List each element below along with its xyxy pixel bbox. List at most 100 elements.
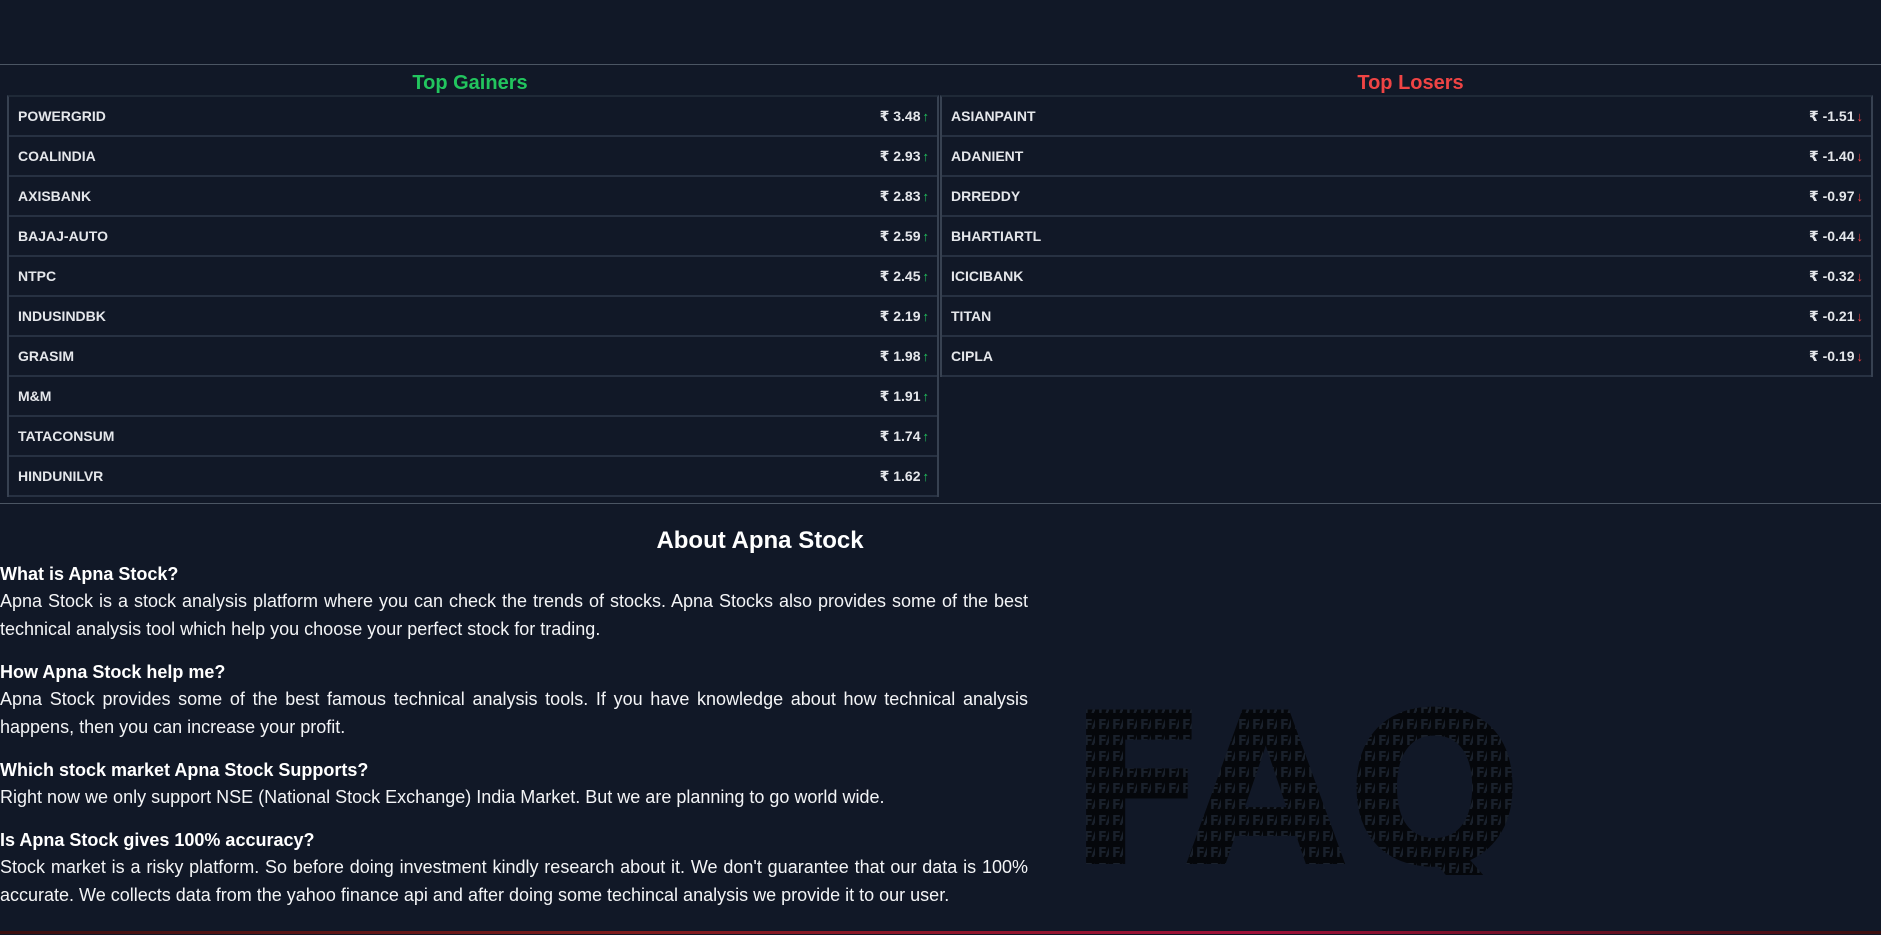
stock-change-value: ₹ -1.51 xyxy=(1808,107,1855,124)
stock-change-value: ₹ 2.59 xyxy=(879,227,921,244)
stock-symbol: HINDUNILVR xyxy=(18,468,104,484)
stock-change: ₹ 2.59 ↑ xyxy=(880,228,937,245)
stock-symbol: DRREDDY xyxy=(951,188,1021,204)
arrow-down-icon: ↓ xyxy=(1856,188,1864,204)
stock-symbol: TITAN xyxy=(951,308,992,324)
stock-change: ₹ 2.45 ↑ xyxy=(880,268,937,285)
stock-change-value: ₹ 1.91 xyxy=(879,387,921,404)
stock-change: ₹ 2.19 ↑ xyxy=(880,308,937,325)
faq-answer: Apna Stock is a stock analysis platform … xyxy=(0,591,1028,639)
stock-change: ₹ 3.48 ↑ xyxy=(880,108,937,125)
arrow-up-icon: ↑ xyxy=(922,228,930,244)
stock-row[interactable]: ICICIBANK ₹ -0.32 ↓ xyxy=(942,257,1871,297)
stock-change-value: ₹ 1.74 xyxy=(879,427,921,444)
stock-change-value: ₹ -0.19 xyxy=(1808,347,1855,364)
stock-change-value: ₹ -1.40 xyxy=(1808,147,1855,164)
arrow-up-icon: ↑ xyxy=(922,188,930,204)
arrow-up-icon: ↑ xyxy=(922,308,930,324)
stock-row[interactable]: BAJAJ-AUTO ₹ 2.59 ↑ xyxy=(9,217,937,257)
arrow-up-icon: ↑ xyxy=(922,428,930,444)
stock-symbol: GRASIM xyxy=(18,348,74,364)
stock-change: ₹ -0.44 ↓ xyxy=(1809,228,1871,245)
stock-change: ₹ -0.21 ↓ xyxy=(1809,308,1871,325)
stock-symbol: BHARTIARTL xyxy=(951,228,1042,244)
stock-symbol: AXISBANK xyxy=(18,188,92,204)
stock-symbol: M&M xyxy=(18,388,52,404)
header-spacer xyxy=(0,0,1881,65)
faq-question: Which stock market Apna Stock Supports? xyxy=(0,760,369,780)
stock-change: ₹ 1.62 ↑ xyxy=(880,468,937,485)
arrow-down-icon: ↓ xyxy=(1856,308,1864,324)
arrow-down-icon: ↓ xyxy=(1856,268,1864,284)
arrow-down-icon: ↓ xyxy=(1856,228,1864,244)
stock-change: ₹ -0.19 ↓ xyxy=(1809,348,1871,365)
stock-row[interactable]: TITAN ₹ -0.21 ↓ xyxy=(942,297,1871,337)
faq-answer: Apna Stock provides some of the best fam… xyxy=(0,689,1028,737)
faq-question: How Apna Stock help me? xyxy=(0,662,226,682)
stock-change: ₹ -0.32 ↓ xyxy=(1809,268,1871,285)
top-gainers-panel: Top Gainers POWERGRID ₹ 3.48 ↑ COALINDIA ₹ 2… xyxy=(0,65,940,503)
stock-change-value: ₹ 2.45 xyxy=(879,267,921,284)
stock-row[interactable]: INDUSINDBK ₹ 2.19 ↑ xyxy=(9,297,937,337)
stock-row[interactable]: NTPC ₹ 2.45 ↑ xyxy=(9,257,937,297)
stock-change-value: ₹ 1.98 xyxy=(879,347,921,364)
market-movers: Top Gainers POWERGRID ₹ 3.48 ↑ COALINDIA ₹ 2… xyxy=(0,65,1881,504)
faq-question: Is Apna Stock gives 100% accuracy? xyxy=(0,830,315,850)
stock-change: ₹ 1.98 ↑ xyxy=(880,348,937,365)
stock-symbol: ICICIBANK xyxy=(951,268,1024,284)
stock-symbol: ASIANPAINT xyxy=(951,108,1036,124)
arrow-down-icon: ↓ xyxy=(1856,348,1864,364)
arrow-down-icon: ↓ xyxy=(1856,108,1864,124)
stock-change-value: ₹ 1.62 xyxy=(879,467,921,484)
stock-symbol: TATACONSUM xyxy=(18,428,115,444)
stock-row[interactable]: HINDUNILVR ₹ 1.62 ↑ xyxy=(9,457,937,497)
faq-answer: Right now we only support NSE (National … xyxy=(0,787,885,807)
stock-symbol: CIPLA xyxy=(951,348,993,364)
top-gainers-title: Top Gainers xyxy=(412,72,528,94)
arrow-up-icon: ↑ xyxy=(922,148,930,164)
stock-change: ₹ 2.83 ↑ xyxy=(880,188,937,205)
arrow-up-icon: ↑ xyxy=(922,388,930,404)
faq-list: What is Apna Stock? Apna Stock is a stoc… xyxy=(0,561,1028,909)
stock-row[interactable]: ASIANPAINT ₹ -1.51 ↓ xyxy=(942,97,1871,137)
stock-change-value: ₹ 2.19 xyxy=(879,307,921,324)
stock-change: ₹ 1.74 ↑ xyxy=(880,428,937,445)
stock-symbol: ADANIENT xyxy=(951,148,1024,164)
stock-change: ₹ 1.91 ↑ xyxy=(880,388,937,405)
stock-row[interactable]: TATACONSUM ₹ 1.74 ↑ xyxy=(9,417,937,457)
stock-change-value: ₹ -0.44 xyxy=(1808,227,1855,244)
arrow-up-icon: ↑ xyxy=(922,468,930,484)
stock-row[interactable]: AXISBANK ₹ 2.83 ↑ xyxy=(9,177,937,217)
bottom-accent-line xyxy=(0,931,1881,934)
stock-row[interactable]: POWERGRID ₹ 3.48 ↑ xyxy=(9,97,937,137)
stock-symbol: COALINDIA xyxy=(18,148,96,164)
stock-row[interactable]: ADANIENT ₹ -1.40 ↓ xyxy=(942,137,1871,177)
stock-row[interactable]: M&M ₹ 1.91 ↑ xyxy=(9,377,937,417)
stock-change-value: ₹ -0.21 xyxy=(1808,307,1855,324)
top-losers-list: ASIANPAINT ₹ -1.51 ↓ ADANIENT ₹ -1.40 ↓ DRREDD… xyxy=(940,95,1873,377)
stock-change: ₹ -0.97 ↓ xyxy=(1809,188,1871,205)
about-section: About Apna Stock What is Apna Stock? Apn… xyxy=(0,504,1881,934)
about-title: About Apna Stock xyxy=(656,527,864,554)
stock-row[interactable]: DRREDDY ₹ -0.97 ↓ xyxy=(942,177,1871,217)
arrow-up-icon: ↑ xyxy=(922,268,930,284)
stock-row[interactable]: COALINDIA ₹ 2.93 ↑ xyxy=(9,137,937,177)
stock-row[interactable]: CIPLA ₹ -0.19 ↓ xyxy=(942,337,1871,377)
arrow-down-icon: ↓ xyxy=(1856,148,1864,164)
svg-text:FAQ: FAQ xyxy=(1067,700,1523,875)
stock-row[interactable]: GRASIM ₹ 1.98 ↑ xyxy=(9,337,937,377)
stock-change-value: ₹ -0.32 xyxy=(1808,267,1855,284)
arrow-up-icon: ↑ xyxy=(922,348,930,364)
faq-answer: Stock market is a risky platform. So bef… xyxy=(0,857,1028,905)
top-losers-title: Top Losers xyxy=(1357,72,1464,94)
faq-question: What is Apna Stock? xyxy=(0,564,179,584)
page: Top Gainers POWERGRID ₹ 3.48 ↑ COALINDIA ₹ 2… xyxy=(0,0,1881,935)
top-losers-panel: Top Losers ASIANPAINT ₹ -1.51 ↓ ADANIENT ₹ -… xyxy=(940,65,1881,503)
top-gainers-list: POWERGRID ₹ 3.48 ↑ COALINDIA ₹ 2.93 ↑ AXISBANK… xyxy=(7,95,939,497)
stock-change-value: ₹ 3.48 xyxy=(879,107,921,124)
stock-symbol: NTPC xyxy=(18,268,57,284)
stock-row[interactable]: BHARTIARTL ₹ -0.44 ↓ xyxy=(942,217,1871,257)
arrow-up-icon: ↑ xyxy=(922,108,930,124)
stock-change-value: ₹ 2.83 xyxy=(879,187,921,204)
stock-change-value: ₹ 2.93 xyxy=(879,147,921,164)
